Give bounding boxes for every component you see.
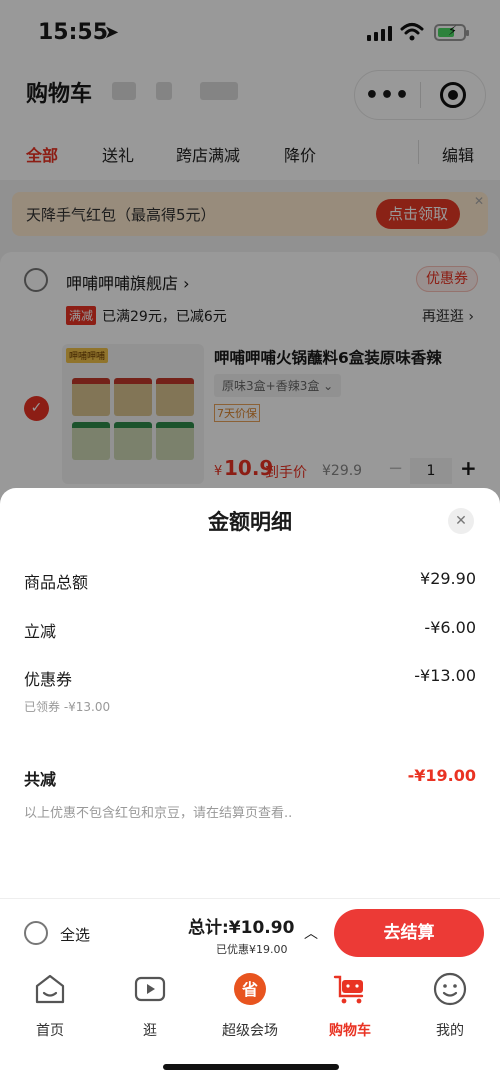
profile-icon (433, 972, 467, 1006)
tab-label: 逛 (143, 1023, 157, 1039)
tab-label: 购物车 (329, 1023, 371, 1039)
sheet-title: 金额明细 (208, 510, 292, 534)
tab-cart[interactable]: 购物车 (300, 972, 400, 1040)
tab-super-venue[interactable]: 省 超级会场 (200, 972, 300, 1040)
select-all-checkbox[interactable] (24, 921, 48, 945)
venue-icon: 省 (234, 973, 266, 1005)
saved-amount: 已优惠¥19.00 (216, 943, 288, 956)
checkout-button[interactable]: 去结算 (334, 909, 484, 957)
detail-label: 优惠券 (24, 670, 73, 689)
tab-browse[interactable]: 逛 (100, 972, 200, 1040)
detail-label: 立减 (24, 622, 57, 641)
tab-label: 超级会场 (222, 1023, 278, 1039)
checkout-bar: 全选 总计:¥10.90 已优惠¥19.00 ︿ 去结算 (0, 898, 500, 966)
coupon-subtext: 已领券 -¥13.00 (24, 700, 111, 714)
tab-label: 首页 (36, 1023, 64, 1039)
close-icon[interactable]: ✕ (448, 508, 474, 534)
cart-icon (333, 975, 364, 1004)
tab-home[interactable]: 首页 (0, 972, 100, 1040)
svg-text:省: 省 (241, 980, 258, 999)
detail-value: ¥29.90 (420, 569, 476, 588)
tab-profile[interactable]: 我的 (400, 972, 500, 1040)
home-icon (35, 974, 65, 1004)
detail-value: -¥13.00 (414, 666, 476, 685)
discount-note: 以上优惠不包含红包和京豆，请在结算页查看.. (24, 806, 293, 821)
detail-value: -¥6.00 (424, 618, 476, 637)
select-all-label[interactable]: 全选 (60, 924, 90, 945)
detail-label: 商品总额 (24, 573, 89, 592)
total-discount-value: -¥19.00 (407, 766, 476, 785)
total-price: 总计:¥10.90 (188, 918, 295, 938)
tab-label: 我的 (436, 1023, 464, 1039)
home-indicator[interactable] (163, 1064, 339, 1070)
video-icon (134, 976, 166, 1002)
bottom-tab-bar: 首页 逛 省 超级会场 购物车 我的 (0, 966, 500, 1083)
chevron-up-icon[interactable]: ︿ (304, 923, 318, 943)
total-discount-label: 共减 (24, 770, 57, 789)
